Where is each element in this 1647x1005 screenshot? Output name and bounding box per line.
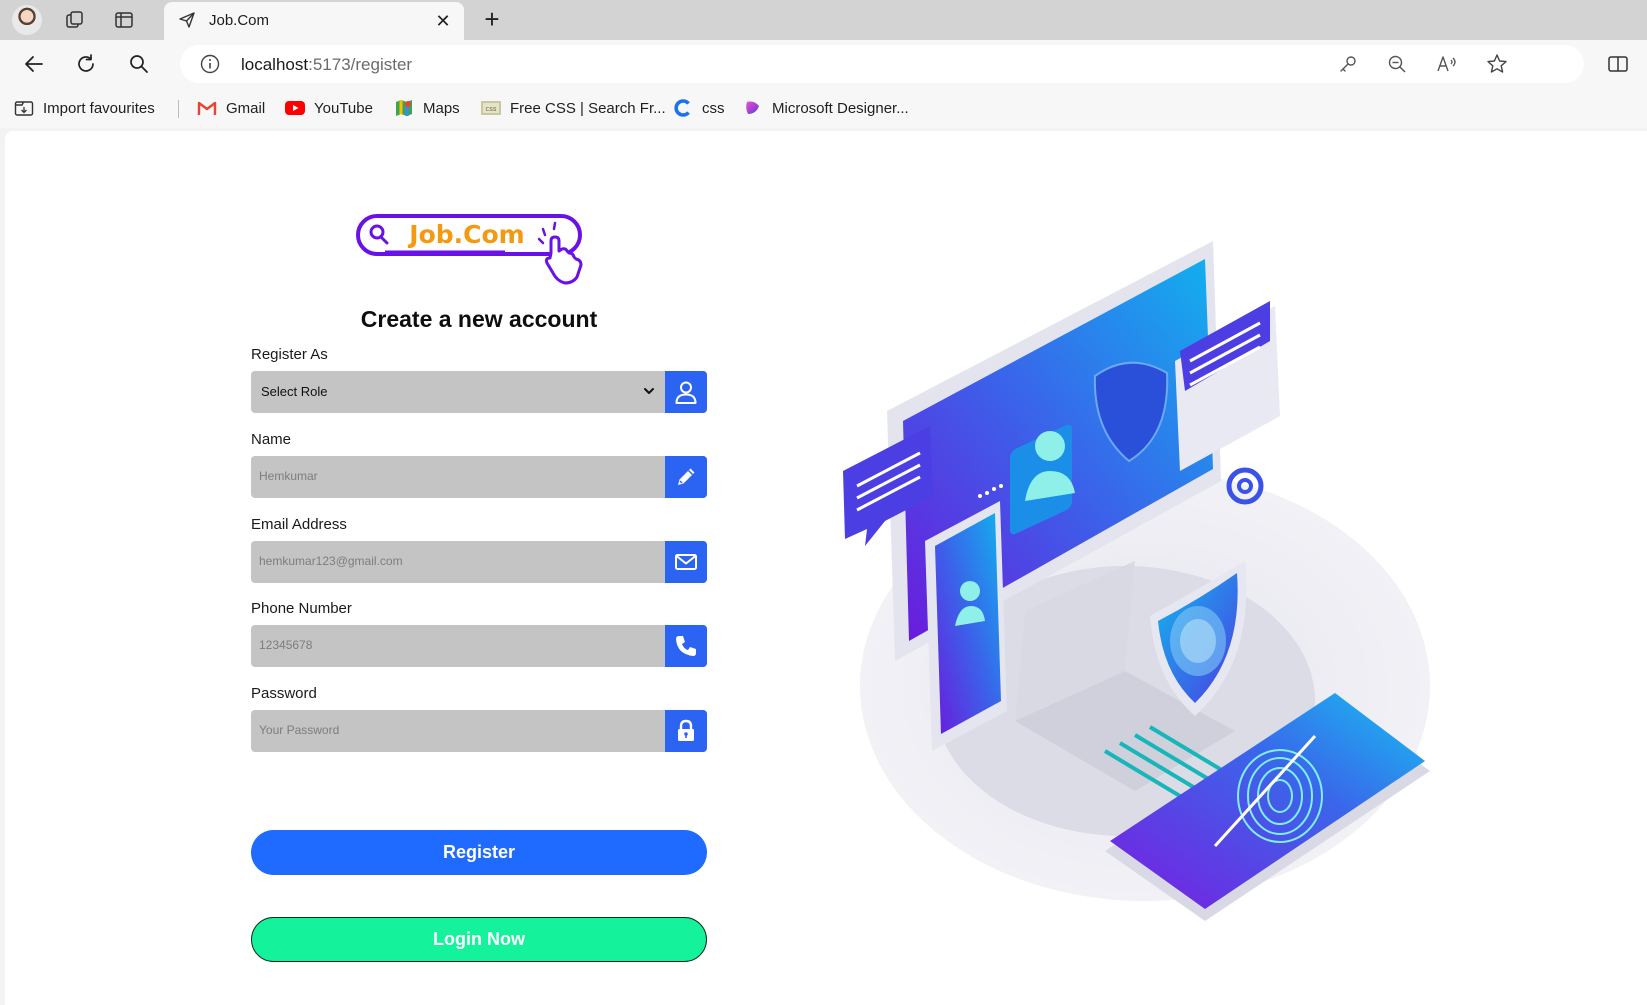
workspaces-icon[interactable] <box>62 7 88 33</box>
url-path: :5173/register <box>308 55 413 74</box>
bookmark-css[interactable]: css <box>673 97 725 119</box>
site-info-icon[interactable] <box>200 54 220 79</box>
profile-avatar[interactable] <box>12 5 42 35</box>
browser-toolbar: localhost:5173/register <box>0 40 1647 88</box>
password-key-icon[interactable] <box>1337 53 1359 75</box>
name-input[interactable]: Hemkumar <box>251 456 707 498</box>
back-icon[interactable] <box>20 50 48 78</box>
password-label: Password <box>251 685 317 702</box>
page-viewport: Job.Com Create a new account Register As… <box>5 131 1647 1005</box>
vertical-tabs-icon[interactable] <box>111 7 137 33</box>
freecss-icon: css <box>481 98 501 118</box>
bookmark-designer[interactable]: Microsoft Designer... <box>743 97 909 119</box>
bookmark-freecss[interactable]: css Free CSS | Search Fr... <box>481 97 666 119</box>
refresh-icon[interactable] <box>72 50 100 78</box>
email-label: Email Address <box>251 516 347 533</box>
url-host: localhost <box>241 55 309 74</box>
phone-input-placeholder: 12345678 <box>259 638 313 652</box>
bookmark-label: css <box>702 99 725 117</box>
send-icon <box>178 11 196 34</box>
password-input[interactable]: Your Password <box>251 710 707 752</box>
tab-job-com[interactable]: Job.Com ✕ <box>164 2 464 40</box>
name-label: Name <box>251 431 292 448</box>
user-icon <box>665 371 707 413</box>
new-tab-button[interactable]: + <box>478 6 506 34</box>
bookmark-label: Maps <box>423 99 460 117</box>
register-as-label: Register As <box>251 346 328 363</box>
email-input[interactable]: hemkumar123@gmail.com <box>251 541 707 583</box>
bookmark-label: Import favourites <box>43 99 155 117</box>
bookmark-import[interactable]: Import favourites <box>14 97 155 119</box>
zoom-out-icon[interactable] <box>1386 53 1408 75</box>
bookmark-label: Free CSS | Search Fr... <box>510 99 666 117</box>
security-illustration <box>775 231 1535 951</box>
pencil-icon <box>665 456 707 498</box>
bookmark-gmail[interactable]: Gmail <box>197 97 265 119</box>
address-bar[interactable]: localhost:5173/register <box>180 45 1584 83</box>
logo-text: Job.Com <box>407 220 524 249</box>
youtube-icon <box>285 98 305 118</box>
tab-strip: Job.Com ✕ + <box>0 0 1647 40</box>
bookmark-youtube[interactable]: YouTube <box>285 97 373 119</box>
import-icon <box>14 98 34 118</box>
password-input-placeholder: Your Password <box>259 723 340 737</box>
split-screen-icon[interactable] <box>1604 50 1632 78</box>
job-com-logo[interactable]: Job.Com <box>355 207 605 287</box>
name-input-placeholder: Hemkumar <box>259 469 318 483</box>
url-text[interactable]: localhost:5173/register <box>241 55 412 75</box>
bookmark-label: YouTube <box>314 99 373 117</box>
bookmark-separator <box>178 100 179 118</box>
favorites-bar: Import favourites Gmail YouTube Maps css… <box>0 88 1647 128</box>
bookmark-label: Gmail <box>226 99 266 117</box>
role-select-value: Select Role <box>261 384 328 399</box>
phone-icon <box>665 625 707 667</box>
maps-icon <box>394 98 414 118</box>
chevron-down-icon <box>643 384 655 402</box>
gmail-icon <box>197 98 217 118</box>
search-icon[interactable] <box>125 50 153 78</box>
tab-close-icon[interactable]: ✕ <box>432 10 454 32</box>
favorite-star-icon[interactable] <box>1486 53 1508 75</box>
phone-input[interactable]: 12345678 <box>251 625 707 667</box>
register-button[interactable]: Register <box>251 830 707 875</box>
bookmark-label: Microsoft Designer... <box>772 99 909 117</box>
tab-title: Job.Com <box>209 12 270 29</box>
role-select[interactable]: Select Role <box>251 371 707 413</box>
read-aloud-icon[interactable] <box>1436 53 1458 75</box>
bookmark-maps[interactable]: Maps <box>394 97 460 119</box>
page-title: Create a new account <box>360 306 598 332</box>
phone-label: Phone Number <box>251 600 352 617</box>
css-icon <box>673 98 693 118</box>
email-input-placeholder: hemkumar123@gmail.com <box>259 554 403 568</box>
designer-icon <box>743 98 763 118</box>
lock-icon <box>665 710 707 752</box>
login-now-button[interactable]: Login Now <box>251 917 707 962</box>
mail-icon <box>665 541 707 583</box>
svg-text:css: css <box>485 105 496 113</box>
